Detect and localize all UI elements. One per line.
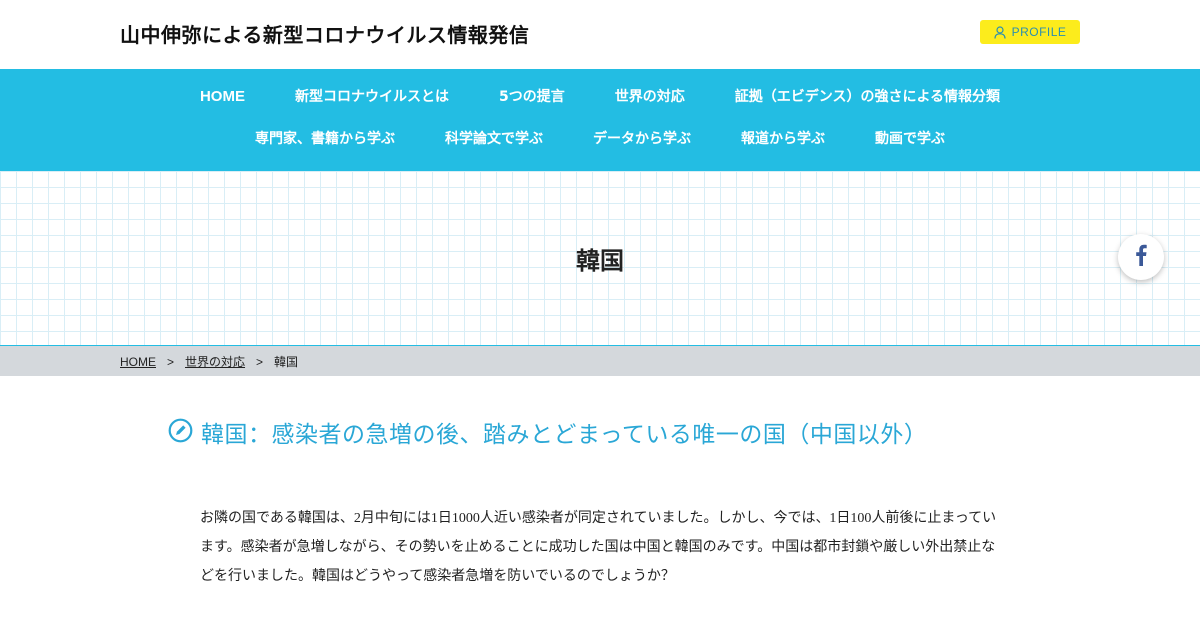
global-nav: HOME 新型コロナウイルスとは 5つの提言 世界の対応 証拠（エビデンス）の強… — [0, 69, 1200, 171]
breadcrumb-separator: > — [167, 354, 175, 369]
nav-item-papers[interactable]: 科学論文で学ぶ — [420, 130, 568, 148]
site-header: 山中伸弥による新型コロナウイルス情報発信 PROFILE — [0, 0, 1200, 69]
profile-button[interactable]: PROFILE — [980, 20, 1080, 44]
site-title[interactable]: 山中伸弥による新型コロナウイルス情報発信 — [120, 19, 529, 48]
facebook-share-button[interactable] — [1118, 234, 1164, 280]
breadcrumb-current: 韓国 — [274, 355, 299, 369]
nav-item-about-covid[interactable]: 新型コロナウイルスとは — [270, 88, 474, 106]
nav-row-2: 専門家、書籍から学ぶ 科学論文で学ぶ データから学ぶ 報道から学ぶ 動画で学ぶ — [0, 130, 1200, 148]
article-heading-text: 韓国：感染者の急増の後、踏みとどまっている唯一の国（中国以外） — [201, 422, 928, 448]
breadcrumb: HOME > 世界の対応 > 韓国 — [0, 346, 1200, 376]
facebook-icon — [1135, 244, 1147, 270]
profile-label: PROFILE — [1011, 25, 1067, 39]
nav-item-news[interactable]: 報道から学ぶ — [716, 130, 850, 148]
breadcrumb-home-link[interactable]: HOME — [120, 355, 156, 369]
nav-item-home[interactable]: HOME — [175, 88, 270, 106]
nav-item-data[interactable]: データから学ぶ — [568, 130, 716, 148]
nav-item-evidence-classification[interactable]: 証拠（エビデンス）の強さによる情報分類 — [710, 88, 1025, 106]
nav-item-videos[interactable]: 動画で学ぶ — [850, 130, 970, 148]
user-icon — [993, 25, 1006, 39]
nav-item-five-proposals[interactable]: 5つの提言 — [474, 88, 590, 106]
breadcrumb-parent-link[interactable]: 世界の対応 — [185, 353, 245, 370]
nav-item-experts-books[interactable]: 専門家、書籍から学ぶ — [230, 130, 420, 148]
page-title: 韓国 — [576, 247, 624, 275]
breadcrumb-separator: > — [256, 354, 264, 369]
nav-item-world-response[interactable]: 世界の対応 — [590, 88, 710, 106]
article-paragraph: お隣の国である韓国は、2月中旬には1日1000人近い感染者が同定されていました。… — [200, 511, 997, 584]
article-heading: 韓国：感染者の急増の後、踏みとどまっている唯一の国（中国以外） — [168, 415, 927, 449]
page-hero: 韓国 — [0, 171, 1200, 346]
nav-row-1: HOME 新型コロナウイルスとは 5つの提言 世界の対応 証拠（エビデンス）の強… — [0, 88, 1200, 106]
pencil-circle-icon — [168, 418, 193, 447]
